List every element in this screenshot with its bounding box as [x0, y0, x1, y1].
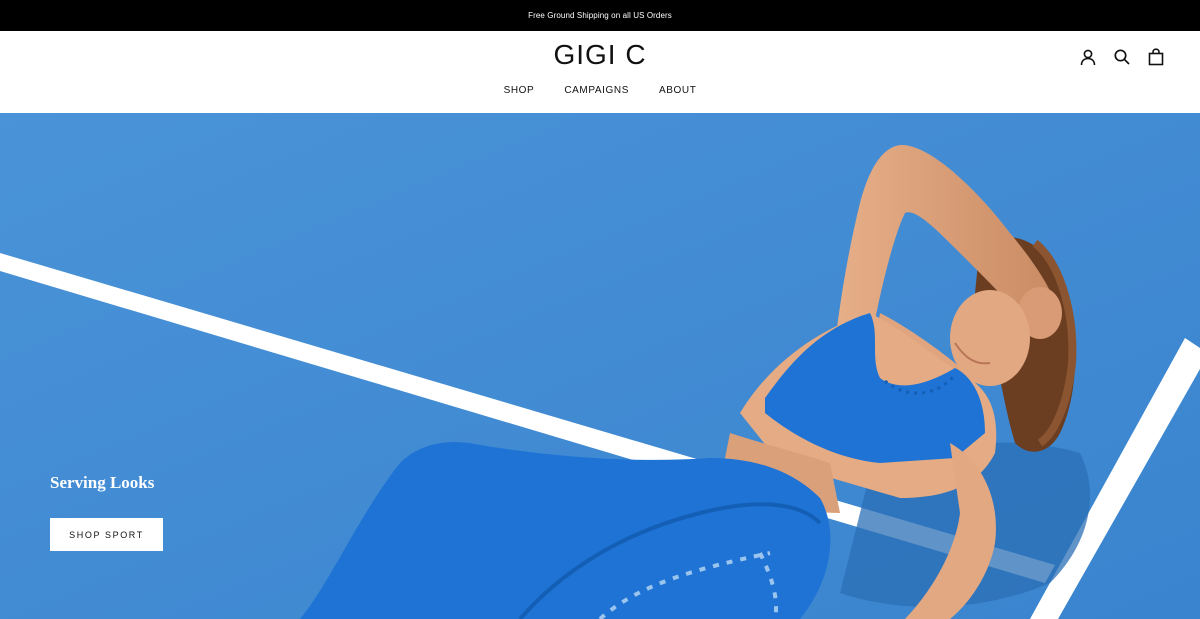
- announcement-text: Free Ground Shipping on all US Orders: [528, 11, 672, 20]
- brand-logo[interactable]: GIGI C: [0, 39, 1200, 71]
- search-icon[interactable]: [1112, 47, 1132, 67]
- announcement-bar: Free Ground Shipping on all US Orders: [0, 0, 1200, 31]
- nav-item-campaigns[interactable]: CAMPAIGNS: [564, 85, 629, 96]
- nav-item-about[interactable]: ABOUT: [659, 85, 696, 96]
- hero-title: Serving Looks: [50, 473, 155, 492]
- account-icon[interactable]: [1078, 47, 1098, 67]
- bag-icon[interactable]: [1146, 47, 1166, 67]
- site-header: GIGI C SHOP CAMPAIGNS ABOUT: [0, 31, 1200, 113]
- main-nav: SHOP CAMPAIGNS ABOUT: [0, 85, 1200, 96]
- header-icons: [1078, 47, 1166, 67]
- hero-image: [0, 113, 1200, 619]
- shop-sport-button[interactable]: SHOP SPORT: [50, 518, 163, 551]
- hero-banner: Serving Looks SHOP SPORT: [0, 113, 1200, 619]
- nav-item-shop[interactable]: SHOP: [504, 85, 535, 96]
